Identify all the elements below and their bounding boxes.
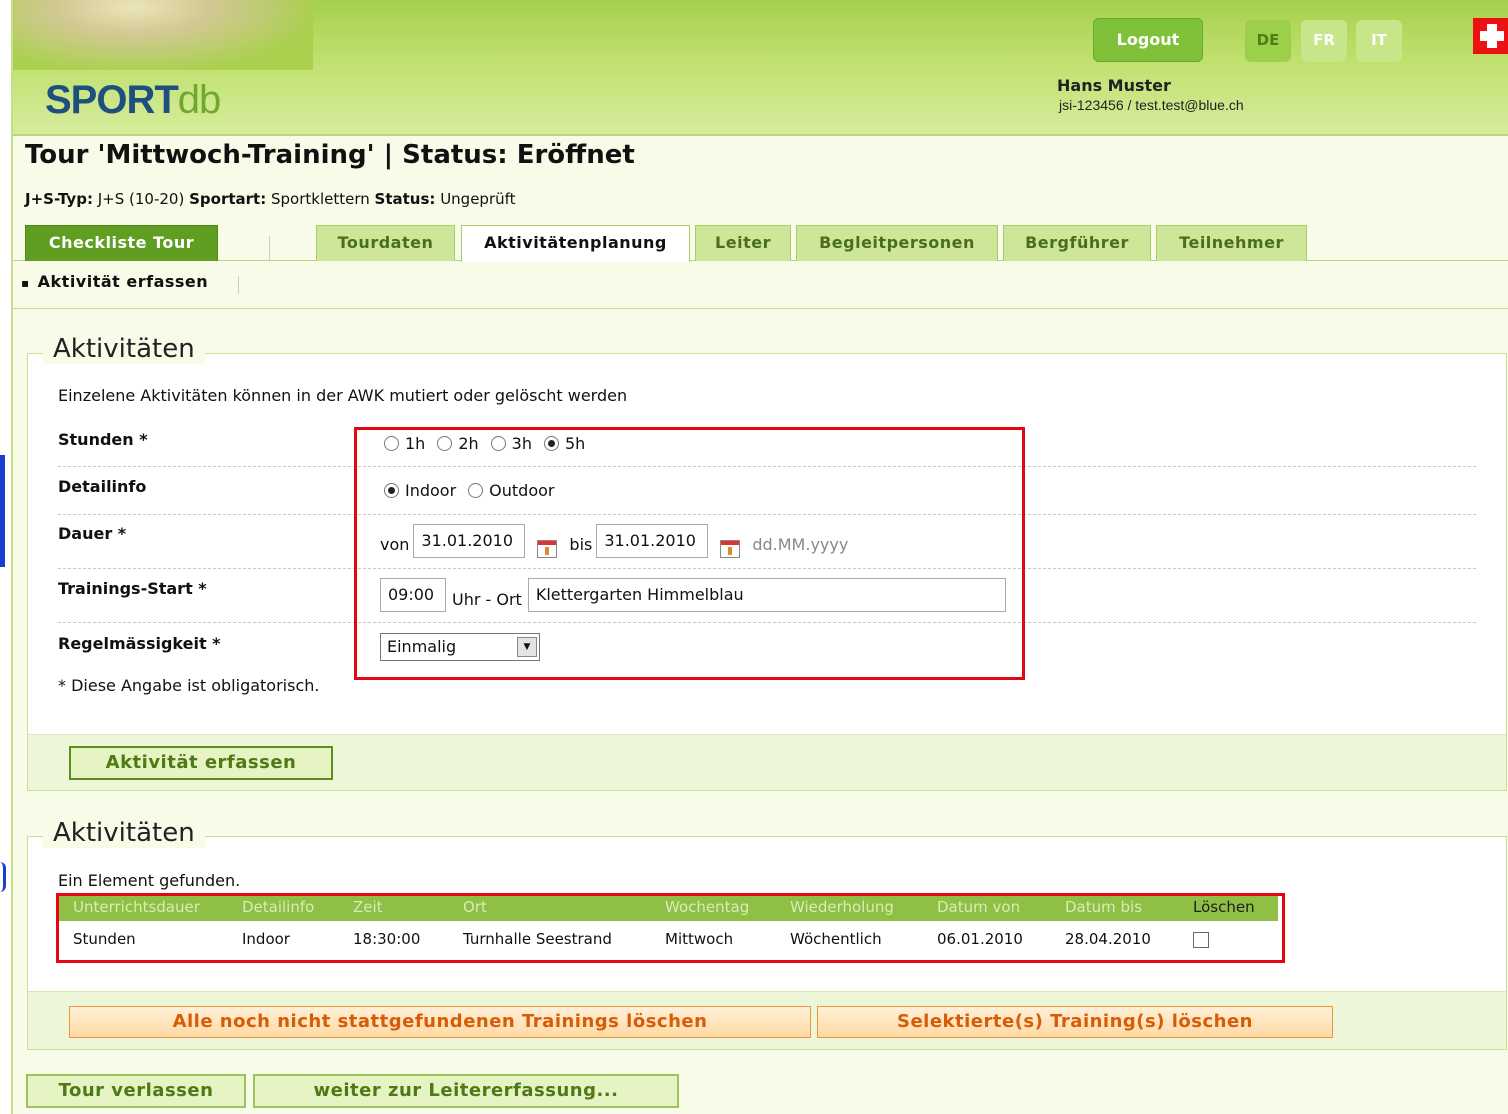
- tab-tourdaten[interactable]: Tourdaten: [316, 225, 455, 261]
- regelmaessigkeit-label: Regelmässigkeit *: [58, 634, 221, 653]
- aktivitaet-erfassen-button[interactable]: Aktivität erfassen: [69, 746, 333, 780]
- tab-teilnehmer[interactable]: Teilnehmer: [1156, 225, 1307, 261]
- tour-verlassen-button[interactable]: Tour verlassen: [26, 1074, 246, 1108]
- header-photo: [13, 0, 313, 70]
- result-count: Ein Element gefunden.: [58, 871, 241, 890]
- tour-meta: J+S-Typ: J+S (10-20) Sportart: Sportklet…: [25, 190, 516, 208]
- app-frame: SPORTdb Logout DE FR IT Hans Muster jsi-…: [11, 0, 1508, 1114]
- lang-fr-button[interactable]: FR: [1301, 20, 1347, 62]
- user-name: Hans Muster: [1057, 76, 1171, 95]
- tab-leiter[interactable]: Leiter: [695, 225, 791, 261]
- header: SPORTdb Logout DE FR IT Hans Muster jsi-…: [13, 0, 1508, 136]
- swiss-flag-icon: [1473, 18, 1508, 54]
- side-marker-bar: [0, 455, 5, 567]
- highlight-box-form: [354, 427, 1025, 680]
- page-title: Tour 'Mittwoch-Training' | Status: Eröff…: [25, 140, 635, 170]
- lang-de-button[interactable]: DE: [1245, 20, 1291, 62]
- lang-it-button[interactable]: IT: [1356, 20, 1402, 62]
- tab-separator: [269, 236, 270, 260]
- form-intro: Einzelene Aktivitäten können in der AWK …: [58, 386, 628, 405]
- meta-label-status: Status:: [374, 190, 436, 208]
- meta-label-typ: J+S-Typ:: [25, 190, 93, 208]
- bullet-icon: ▪: [21, 276, 30, 290]
- logo[interactable]: SPORTdb: [45, 78, 221, 123]
- tab-bergfuehrer[interactable]: Bergführer: [1003, 225, 1151, 261]
- form-legend: Aktivitäten: [43, 334, 205, 364]
- meta-value-typ: J+S (10-20): [97, 190, 185, 208]
- logout-button[interactable]: Logout: [1093, 18, 1203, 62]
- logo-main: SPORT: [45, 78, 179, 122]
- trainings-start-label: Trainings-Start *: [58, 579, 207, 598]
- tab-checkliste-tour[interactable]: Checkliste Tour: [25, 225, 218, 261]
- list-legend: Aktivitäten: [43, 818, 205, 848]
- meta-value-sportart: Sportklettern: [270, 190, 370, 208]
- subnav: ▪ Aktivität erfassen: [21, 272, 208, 291]
- subnav-underline: [13, 308, 1508, 309]
- user-info: jsi-123456 / test.test@blue.ch: [1059, 97, 1244, 113]
- subnav-aktivitaet-erfassen[interactable]: Aktivität erfassen: [38, 272, 209, 291]
- highlight-box-table: [56, 893, 1285, 963]
- delete-selected-button[interactable]: Selektierte(s) Training(s) löschen: [817, 1006, 1333, 1038]
- dauer-label: Dauer *: [58, 524, 127, 543]
- tab-aktivitaetenplanung[interactable]: Aktivitätenplanung: [461, 225, 690, 262]
- meta-value-status: Ungeprüft: [440, 190, 516, 208]
- stunden-label: Stunden *: [58, 430, 148, 449]
- tab-begleitpersonen[interactable]: Begleitpersonen: [796, 225, 998, 261]
- detailinfo-label: Detailinfo: [58, 477, 147, 496]
- side-marker-chevron: [0, 862, 6, 892]
- subnav-separator: [238, 276, 239, 294]
- delete-all-button[interactable]: Alle noch nicht stattgefundenen Training…: [69, 1006, 811, 1038]
- required-note: * Diese Angabe ist obligatorisch.: [58, 676, 320, 695]
- weiter-leitererfassung-button[interactable]: weiter zur Leitererfassung...: [253, 1074, 679, 1108]
- meta-label-sportart: Sportart:: [189, 190, 267, 208]
- logo-sub: db: [177, 78, 221, 122]
